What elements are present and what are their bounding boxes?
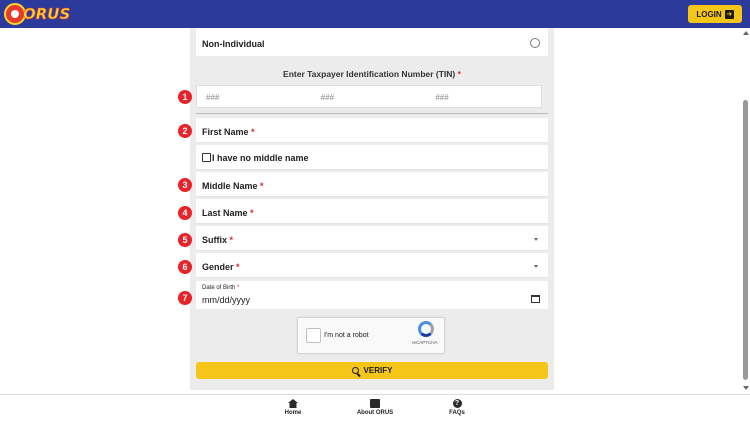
divider bbox=[196, 113, 548, 114]
search-icon bbox=[351, 367, 359, 374]
tin-label-text: Enter Taxpayer Identification Number (TI… bbox=[283, 69, 456, 79]
scroll-up-icon[interactable] bbox=[743, 31, 749, 35]
scroll-thumb[interactable] bbox=[743, 100, 748, 380]
form-panel: Non-Individual Enter Taxpayer Identifica… bbox=[190, 28, 554, 390]
verify-button[interactable]: VERIFY bbox=[196, 362, 548, 379]
non-individual-radio[interactable] bbox=[530, 38, 540, 48]
non-individual-option[interactable]: Non-Individual bbox=[196, 28, 548, 56]
question-icon: ? bbox=[452, 399, 462, 408]
login-icon: ➜ bbox=[724, 9, 734, 19]
nav-faqs-label: FAQs bbox=[449, 410, 465, 416]
tin-segment-2[interactable]: ### bbox=[312, 86, 427, 107]
nav-about-label: About ORUS bbox=[356, 410, 394, 416]
no-middle-name-option[interactable]: I have no middle name bbox=[196, 145, 548, 170]
recaptcha-checkbox[interactable] bbox=[306, 328, 321, 343]
no-middle-name-checkbox[interactable] bbox=[202, 153, 211, 162]
gender-select[interactable]: Gender * bbox=[196, 253, 548, 278]
login-label: LOGIN bbox=[696, 9, 722, 19]
home-icon bbox=[288, 399, 298, 408]
step-marker-6: 6 bbox=[178, 260, 192, 274]
first-name-label: First Name * bbox=[202, 127, 255, 137]
step-marker-7: 7 bbox=[178, 291, 192, 305]
middle-name-label: Middle Name * bbox=[202, 181, 264, 191]
gender-label: Gender * bbox=[202, 262, 240, 272]
dob-input[interactable]: mm/dd/yyyy bbox=[202, 295, 250, 305]
last-name-label: Last Name * bbox=[202, 208, 254, 218]
logo-text: ORUS bbox=[23, 5, 71, 24]
login-button[interactable]: LOGIN ➜ bbox=[688, 5, 742, 23]
last-name-field[interactable]: Last Name * bbox=[196, 199, 548, 224]
recaptcha-widget: I'm not a robot reCAPTCHA bbox=[297, 317, 445, 354]
tin-segment-3[interactable]: ### bbox=[426, 86, 541, 107]
orus-logo[interactable]: ORUS bbox=[4, 3, 71, 25]
recaptcha-text: I'm not a robot bbox=[324, 332, 369, 339]
no-middle-name-wrap: I have no middle name bbox=[202, 153, 309, 163]
nav-home[interactable]: Home bbox=[278, 399, 308, 416]
recaptcha-logo-icon bbox=[418, 321, 434, 337]
date-of-birth-field[interactable]: Date of Birth * mm/dd/yyyy bbox=[196, 281, 548, 309]
middle-name-field[interactable]: Middle Name * bbox=[196, 172, 548, 197]
required-mark: * bbox=[457, 69, 461, 79]
scroll-down-icon[interactable] bbox=[743, 386, 749, 390]
suffix-label: Suffix * bbox=[202, 235, 234, 245]
nav-home-label: Home bbox=[284, 410, 302, 416]
dob-label: Date of Birth * bbox=[202, 285, 240, 291]
top-bar: ORUS LOGIN ➜ bbox=[0, 0, 750, 28]
nav-faqs[interactable]: ? FAQs bbox=[443, 399, 471, 416]
step-marker-5: 5 bbox=[178, 233, 192, 247]
tin-input-group: ### ### ### bbox=[196, 85, 542, 108]
first-name-field[interactable]: First Name * bbox=[196, 118, 548, 143]
step-marker-2: 2 bbox=[178, 124, 192, 138]
scrollbar[interactable] bbox=[741, 28, 750, 394]
chevron-down-icon bbox=[534, 238, 538, 241]
calendar-icon[interactable] bbox=[531, 295, 540, 303]
non-individual-label: Non-Individual bbox=[202, 39, 265, 49]
suffix-select[interactable]: Suffix * bbox=[196, 226, 548, 251]
step-marker-1: 1 bbox=[178, 90, 192, 104]
bottom-nav: Home About ORUS ? FAQs bbox=[0, 394, 750, 422]
chevron-down-icon bbox=[534, 265, 538, 268]
tin-segment-1[interactable]: ### bbox=[197, 86, 312, 107]
verify-label: VERIFY bbox=[363, 366, 393, 375]
recaptcha-brand: reCAPTCHA bbox=[412, 340, 438, 345]
chat-icon bbox=[370, 399, 380, 408]
step-marker-4: 4 bbox=[178, 206, 192, 220]
step-marker-3: 3 bbox=[178, 178, 192, 192]
no-middle-name-label: I have no middle name bbox=[212, 153, 309, 163]
tin-label: Enter Taxpayer Identification Number (TI… bbox=[190, 69, 554, 79]
nav-about[interactable]: About ORUS bbox=[350, 399, 400, 416]
